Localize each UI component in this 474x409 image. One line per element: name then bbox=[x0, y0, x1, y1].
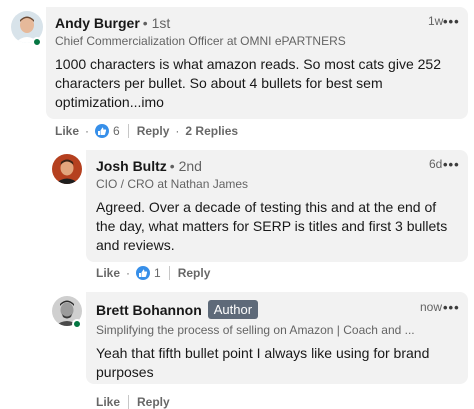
like-button[interactable]: Like bbox=[96, 266, 120, 280]
reply-button[interactable]: Reply bbox=[137, 124, 170, 138]
reaction-count[interactable]: 6 bbox=[113, 124, 120, 138]
connection-degree: • 1st bbox=[142, 15, 171, 31]
like-reaction-icon bbox=[95, 124, 110, 138]
author-name[interactable]: Brett Bohannon bbox=[96, 302, 202, 318]
author-name[interactable]: Josh Bultz bbox=[96, 158, 167, 174]
comment-actions: Like Reply bbox=[96, 395, 170, 409]
online-status-icon bbox=[32, 37, 42, 47]
comment-text: 1000 characters is what amazon reads. So… bbox=[55, 56, 441, 110]
comment-text: Yeah that fifth bullet point I always li… bbox=[96, 345, 430, 380]
more-options-icon[interactable]: ••• bbox=[443, 14, 460, 29]
comment-timestamp: 1w bbox=[428, 14, 444, 28]
avatar[interactable] bbox=[52, 154, 82, 184]
comment-timestamp: now bbox=[420, 300, 443, 314]
author-line: Josh Bultz • 2nd bbox=[96, 158, 202, 174]
comment-andy-burger: Andy Burger • 1st Chief Commercializatio… bbox=[0, 0, 474, 148]
comment-actions: Like · 1 Reply bbox=[96, 266, 210, 280]
author-headline: Simplifying the process of selling on Am… bbox=[96, 323, 415, 337]
author-name[interactable]: Andy Burger bbox=[55, 15, 140, 31]
comment-timestamp: 6d bbox=[429, 157, 443, 171]
replies-link[interactable]: 2 Replies bbox=[185, 124, 238, 138]
more-options-icon[interactable]: ••• bbox=[443, 157, 460, 172]
divider bbox=[128, 395, 130, 409]
online-status-icon bbox=[72, 319, 82, 329]
like-reaction-icon bbox=[136, 266, 151, 280]
reply-josh-bultz: Josh Bultz • 2nd CIO / CRO at Nathan Jam… bbox=[0, 148, 474, 288]
author-badge: Author bbox=[207, 300, 259, 319]
author-headline: CIO / CRO at Nathan James bbox=[96, 177, 249, 191]
comment-actions: Like · 6 Reply · 2 Replies bbox=[55, 124, 238, 138]
author-line: Brett Bohannon Author bbox=[96, 300, 259, 319]
more-options-icon[interactable]: ••• bbox=[443, 300, 460, 315]
divider bbox=[168, 266, 170, 280]
reply-button[interactable]: Reply bbox=[137, 395, 170, 409]
like-button[interactable]: Like bbox=[55, 124, 79, 138]
reply-brett-bohannon: Brett Bohannon Author Simplifying the pr… bbox=[0, 288, 474, 409]
divider bbox=[127, 124, 129, 138]
author-line: Andy Burger • 1st bbox=[55, 15, 170, 31]
comment-text: Agreed. Over a decade of testing this an… bbox=[96, 199, 448, 253]
separator-dot: · bbox=[126, 266, 131, 280]
like-button[interactable]: Like bbox=[96, 395, 120, 409]
separator-dot: · bbox=[175, 124, 180, 138]
author-headline: Chief Commercialization Officer at OMNI … bbox=[55, 34, 346, 48]
connection-degree: • 2nd bbox=[169, 158, 202, 174]
separator-dot: · bbox=[85, 124, 90, 138]
reply-button[interactable]: Reply bbox=[178, 266, 211, 280]
reaction-count[interactable]: 1 bbox=[154, 266, 161, 280]
